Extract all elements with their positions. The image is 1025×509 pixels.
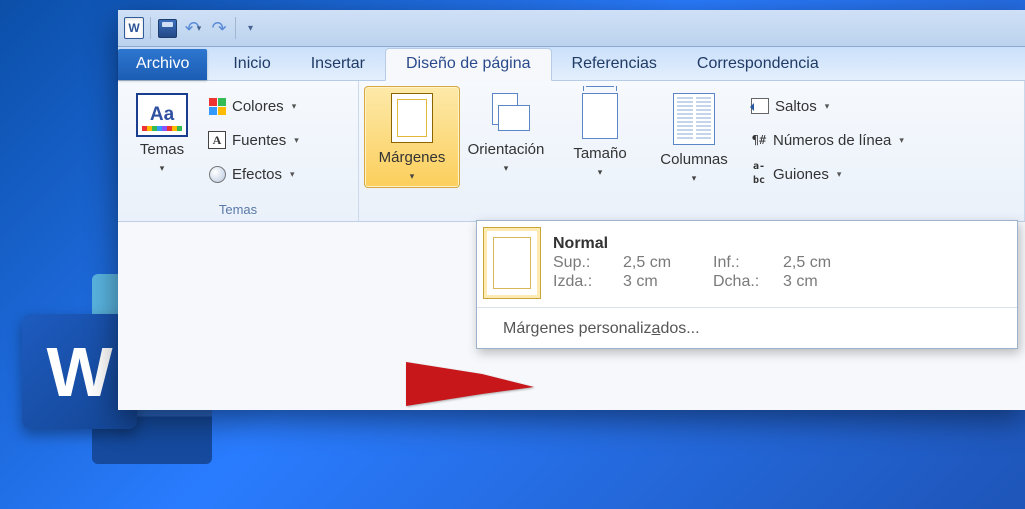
fuentes-button[interactable]: A Fuentes▾: [202, 125, 305, 155]
chevron-down-icon: ▾: [504, 163, 509, 173]
margins-icon: [391, 93, 433, 143]
divider: [150, 17, 151, 39]
margenes-dropdown: Normal Sup.: 2,5 cm Inf.: 2,5 cm Izda.: …: [476, 220, 1018, 349]
themes-icon: Aa: [136, 93, 188, 137]
orientation-icon: [486, 93, 526, 135]
chevron-down-icon: ▾: [290, 169, 295, 180]
ribbon-tabs: Archivo Inicio Insertar Diseño de página…: [118, 47, 1025, 81]
line-numbers-icon: ¶#: [751, 132, 767, 148]
size-icon: [582, 93, 618, 139]
tab-diseno-de-pagina[interactable]: Diseño de página: [385, 48, 552, 81]
efectos-button[interactable]: Efectos▾: [202, 159, 305, 189]
preset-values: Sup.: 2,5 cm Inf.: 2,5 cm Izda.: 3 cm Dc…: [553, 254, 1009, 291]
annotation-arrow: [406, 362, 534, 406]
word-window: W ↶▾ ↷ ▾ Archivo Inicio Insertar Diseño …: [118, 10, 1025, 410]
chevron-down-icon: ▾: [692, 173, 697, 183]
chevron-down-icon: ▾: [410, 171, 415, 181]
group-label: Temas: [118, 202, 358, 217]
numeros-de-linea-button[interactable]: ¶# Números de línea▾: [745, 125, 910, 155]
orientacion-button[interactable]: Orientación ▾: [459, 87, 553, 179]
app-menu-icon[interactable]: W: [124, 18, 144, 38]
margins-preview-icon: [483, 227, 541, 299]
columns-icon: [673, 93, 715, 145]
tamano-button[interactable]: Tamaño ▾: [553, 87, 647, 183]
colors-icon: [208, 97, 226, 115]
chevron-down-icon: ▾: [825, 101, 830, 112]
file-tab[interactable]: Archivo: [118, 49, 207, 80]
margin-preset-normal[interactable]: Normal Sup.: 2,5 cm Inf.: 2,5 cm Izda.: …: [477, 221, 1017, 305]
tab-correspondencia[interactable]: Correspondencia: [677, 49, 839, 80]
undo-button[interactable]: ↶▾: [183, 18, 203, 38]
colores-button[interactable]: Colores▾: [202, 91, 305, 121]
qat-customize-button[interactable]: ▾: [242, 18, 262, 38]
guiones-button[interactable]: a-bc Guiones▾: [745, 159, 910, 189]
columnas-button[interactable]: Columnas ▾: [647, 87, 741, 189]
chevron-down-icon: ▾: [837, 169, 842, 180]
effects-icon: [208, 165, 226, 183]
margenes-personalizados-item[interactable]: Márgenes personalizados...: [477, 310, 1017, 348]
hyphenation-icon: a-bc: [751, 167, 767, 181]
tab-referencias[interactable]: Referencias: [552, 49, 677, 80]
chevron-down-icon: ▾: [292, 101, 297, 112]
temas-gallery-button[interactable]: Aa Temas ▾: [124, 87, 200, 177]
breaks-icon: [751, 97, 769, 115]
ribbon-body: Aa Temas ▾ Colores▾ A Fuentes▾ Ef: [118, 81, 1025, 222]
separator: [477, 307, 1017, 308]
group-temas: Aa Temas ▾ Colores▾ A Fuentes▾ Ef: [118, 81, 359, 221]
tab-inicio[interactable]: Inicio: [213, 49, 290, 80]
saltos-button[interactable]: Saltos▾: [745, 91, 910, 121]
quick-access-toolbar: W ↶▾ ↷ ▾: [118, 10, 1025, 47]
preset-name: Normal: [553, 235, 1009, 253]
redo-button[interactable]: ↷: [209, 18, 229, 38]
chevron-down-icon: ▾: [160, 163, 165, 173]
margenes-button[interactable]: Márgenes ▾: [365, 87, 459, 187]
divider: [235, 17, 236, 39]
chevron-down-icon: ▾: [899, 135, 904, 146]
chevron-down-icon: ▾: [294, 135, 299, 146]
chevron-down-icon: ▾: [598, 167, 603, 177]
group-configurar-pagina: Márgenes ▾ Orientación ▾ Tamaño ▾: [359, 81, 1025, 221]
fonts-icon: A: [208, 131, 226, 149]
save-button[interactable]: [157, 18, 177, 38]
tab-insertar[interactable]: Insertar: [291, 49, 385, 80]
